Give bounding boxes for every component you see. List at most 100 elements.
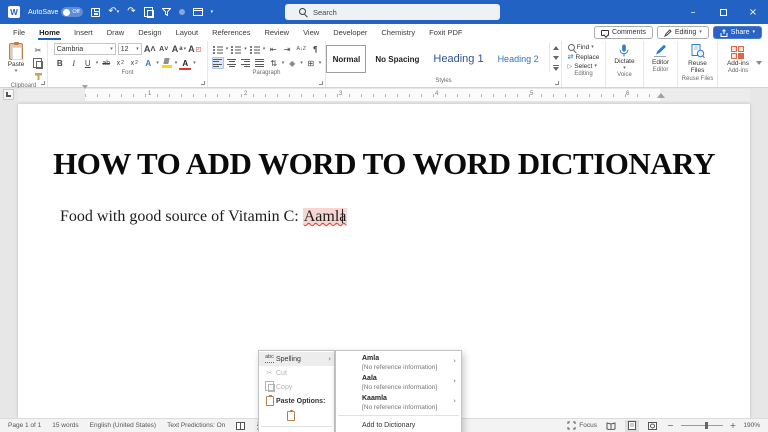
suggestion-amla[interactable]: Amla [No reference information] › [336,353,461,373]
paste-button[interactable]: Paste ▾ [3,42,29,74]
paragraph-dialog-launcher[interactable] [319,81,323,85]
tab-draw[interactable]: Draw [100,24,132,41]
change-case-button[interactable]: Aa ▾ [172,43,186,55]
redo-button[interactable]: ↷ [127,7,135,17]
autosave-toggle[interactable]: AutoSave Off [28,7,84,17]
align-left-button[interactable] [211,57,224,69]
subscript-button[interactable]: x2 [114,57,126,69]
menu-item-add-to-dictionary[interactable]: Add to Dictionary [336,418,461,432]
comments-button[interactable]: Comments [594,26,653,39]
left-indent-marker[interactable] [82,85,94,110]
tab-layout[interactable]: Layout [169,24,206,41]
decrease-indent-button[interactable]: ⇤ [267,43,279,55]
share-button[interactable]: Share ▾ [712,26,762,39]
right-indent-marker[interactable] [657,93,665,98]
font-color-button[interactable]: A [179,57,192,70]
tab-stop-selector[interactable] [3,89,14,100]
clipboard-dialog-launcher[interactable] [41,81,45,85]
cut-button[interactable]: ✂ [32,44,44,56]
superscript-button[interactable]: x2 [128,57,140,69]
suggestion-aala[interactable]: Aala [No reference information] › [336,373,461,393]
bullets-button[interactable] [212,43,224,55]
tab-file[interactable]: File [6,24,32,41]
tab-review[interactable]: Review [257,24,296,41]
styles-gallery-more-button[interactable] [552,63,561,72]
menu-item-copy[interactable]: Copy [259,380,334,394]
word-count[interactable]: 15 words [52,422,78,429]
tab-design[interactable]: Design [131,24,168,41]
align-center-button[interactable] [226,57,238,69]
align-right-button[interactable] [240,57,252,69]
proofing-status-button[interactable] [236,421,246,430]
copy-button[interactable] [32,57,44,69]
sort-button[interactable]: A↓Z [295,43,307,55]
zoom-slider[interactable] [680,422,723,429]
font-size-select[interactable]: 12 ▾ [117,43,142,55]
customize-qat-button[interactable]: ▾ [211,9,214,15]
style-heading-1[interactable]: Heading 1 [428,45,488,73]
focus-mode-button[interactable]: Focus [567,421,597,430]
menu-item-spelling[interactable]: abc Spelling › [259,352,334,366]
tab-chemistry[interactable]: Chemistry [374,24,422,41]
tab-references[interactable]: References [205,24,257,41]
multilevel-list-button[interactable] [249,43,261,55]
autosave-switch[interactable]: Off [61,7,84,17]
numbering-button[interactable] [230,43,242,55]
zoom-slider-thumb[interactable] [704,422,708,429]
undo-button[interactable]: ↶ ▾ [108,7,119,17]
editor-button[interactable]: Editor [652,43,669,66]
highlight-button[interactable] [161,57,173,69]
font-family-select[interactable]: Cambria ▾ [53,43,116,55]
page-indicator[interactable]: Page 1 of 1 [8,422,41,429]
styles-scroll-up-button[interactable] [552,43,561,52]
suggestion-kaamla[interactable]: Kaamla [No reference information] › [336,393,461,413]
tab-view[interactable]: View [296,24,326,41]
style-inspector-button[interactable] [192,8,203,16]
save-button[interactable] [91,7,101,17]
zoom-in-button[interactable]: + [730,421,737,430]
menu-item-cut[interactable]: ✂ Cut [259,366,334,380]
zoom-level[interactable]: 190% [743,422,760,429]
italic-button[interactable]: I [68,57,80,69]
clear-formatting-button[interactable]: A ◰ [188,43,201,55]
shading-button[interactable]: ◆ [286,57,298,69]
underline-button[interactable]: U [82,57,94,69]
strikethrough-button[interactable]: ab [100,57,112,69]
font-dialog-launcher[interactable] [201,81,205,85]
web-layout-button[interactable] [646,420,660,432]
add-ins-button[interactable]: Add-ins [727,43,749,67]
minimize-button[interactable]: – [678,0,708,24]
tab-insert[interactable]: Insert [67,24,100,41]
grow-font-button[interactable]: A˄ [144,43,156,55]
styles-dialog-launcher[interactable] [555,81,559,85]
editing-mode-button[interactable]: Editing ▾ [656,26,709,39]
print-layout-button[interactable] [624,419,639,432]
replace-button[interactable]: ⇄ Replace [568,53,600,61]
styles-scroll-down-button[interactable] [552,53,561,62]
maximize-button[interactable] [708,0,738,24]
horizontal-ruler[interactable]: 1 2 3 4 5 6 [18,85,750,110]
search-box[interactable]: Search [285,4,500,20]
paste-keep-text-only-button[interactable] [259,408,334,424]
tab-foxit-pdf[interactable]: Foxit PDF [422,24,469,41]
language-indicator[interactable]: English (United States) [90,422,156,429]
side-to-side-button[interactable] [143,6,154,18]
dictate-button[interactable]: Dictate ▾ [614,43,635,71]
tab-developer[interactable]: Developer [326,24,374,41]
text-effects-button[interactable]: A [142,57,154,69]
tab-home[interactable]: Home [32,24,67,41]
macro-indicator[interactable] [178,9,185,15]
select-button[interactable]: ▷ Select ▾ [568,63,600,70]
close-button[interactable]: × [738,0,768,24]
misspelled-word[interactable]: Aamla [302,208,348,225]
style-no-spacing[interactable]: No Spacing [370,45,424,73]
style-normal[interactable]: Normal [326,45,367,73]
zoom-out-button[interactable]: − [667,421,674,430]
filter-button[interactable] [161,8,171,16]
show-formatting-button[interactable]: ¶ [309,43,321,55]
style-heading-2[interactable]: Heading 2 [493,45,544,73]
shrink-font-button[interactable]: A˅ [158,43,170,55]
line-spacing-button[interactable]: ⇅ [268,57,280,69]
read-mode-button[interactable] [604,420,618,432]
word-app-icon[interactable]: W [8,6,20,18]
